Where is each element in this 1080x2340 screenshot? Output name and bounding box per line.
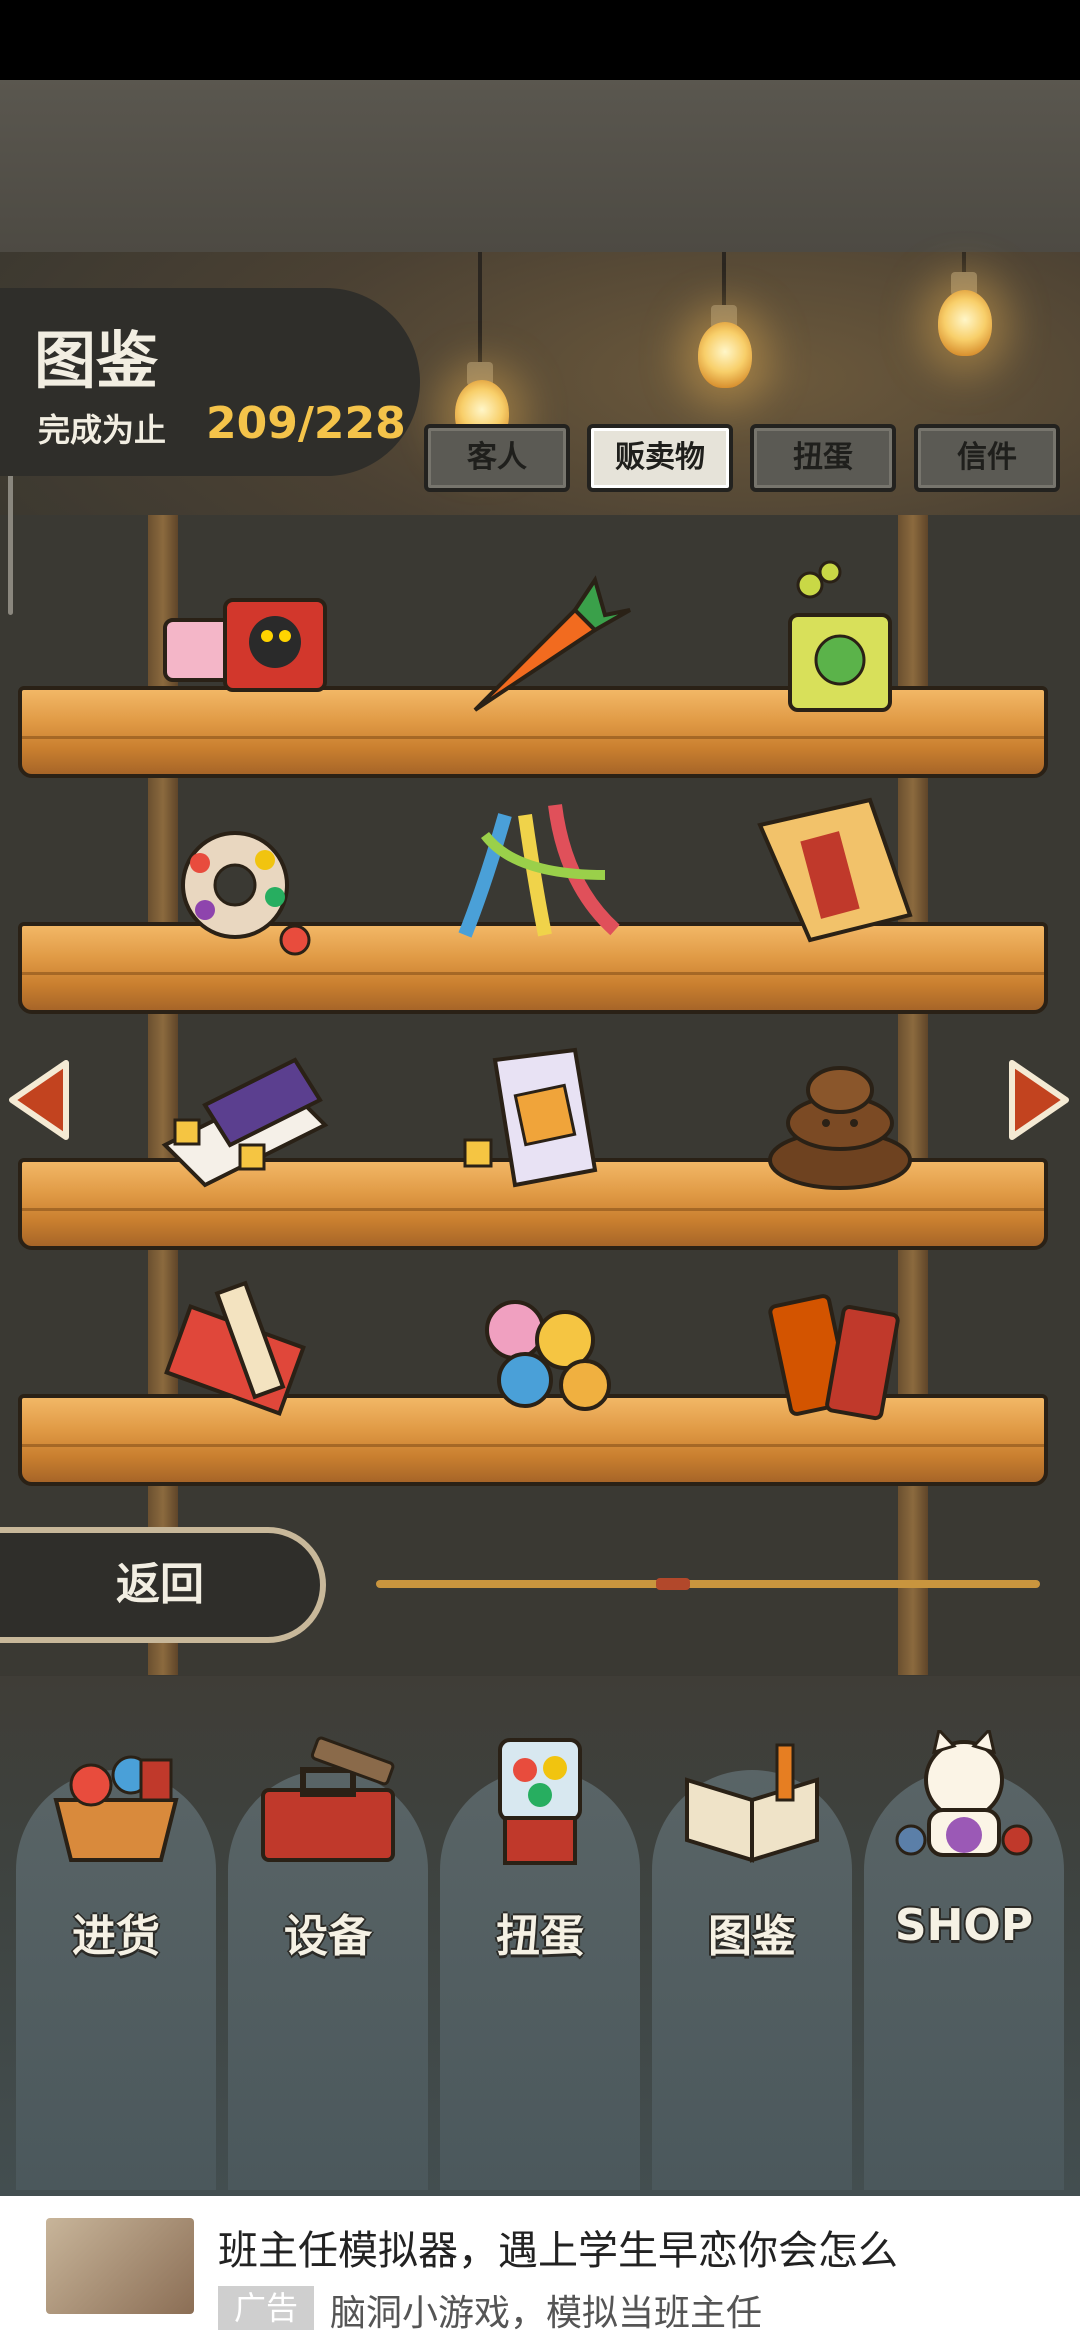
page-indicator-track: [376, 1580, 1040, 1588]
nav-stock-button[interactable]: 进货: [16, 1730, 216, 1980]
bulb-wire: [478, 252, 482, 370]
ad-title[interactable]: 班主任模拟器，遇上学生早恋你会怎么: [218, 2218, 898, 2276]
ad-banner[interactable]: 班主任模拟器，遇上学生早恋你会怎么 广告 脑洞小游戏，模拟当班主任: [0, 2196, 1080, 2340]
progress-label: 完成为止: [38, 411, 167, 449]
lucky-cat-icon: [889, 1726, 1039, 1870]
bulb-wire: [722, 252, 726, 312]
nav-collection-button[interactable]: 图鉴: [652, 1730, 852, 1980]
tab-letters[interactable]: 信件: [914, 424, 1060, 492]
light-bulb-icon: [698, 322, 752, 388]
nav-label: 图鉴: [708, 1911, 796, 1962]
next-page-arrow-icon[interactable]: [1004, 1055, 1074, 1145]
toolbox-icon: [253, 1730, 403, 1870]
scroll-indicator[interactable]: [8, 465, 13, 615]
wafer-sticks-icon[interactable]: [145, 1275, 335, 1425]
nav-gacha-button[interactable]: 扭蛋: [440, 1730, 640, 1980]
status-bar: [0, 0, 1080, 80]
tab-merchandise[interactable]: 贩卖物: [587, 424, 733, 492]
ramune-box-icon[interactable]: [145, 1045, 335, 1195]
back-button[interactable]: 返回: [0, 1527, 326, 1643]
page-indicator-thumb: [656, 1578, 690, 1590]
tab-customers[interactable]: 客人: [424, 424, 570, 492]
book-icon: [677, 1730, 827, 1870]
nav-shop-button[interactable]: SHOP: [864, 1726, 1064, 1980]
ad-thumbnail[interactable]: [46, 2218, 194, 2314]
prev-page-arrow-icon[interactable]: [4, 1055, 74, 1145]
nav-label: SHOP: [894, 1900, 1034, 1951]
basket-icon: [41, 1730, 191, 1870]
candy-box-icon[interactable]: [145, 570, 335, 720]
light-bulb-icon: [938, 290, 992, 356]
frog-chips-bag-icon[interactable]: [740, 560, 930, 712]
snack-pack-icon[interactable]: [740, 795, 930, 945]
page-title: 图鉴: [34, 324, 159, 397]
carrot-snack-icon[interactable]: [445, 570, 635, 720]
chocolate-poop-icon[interactable]: [740, 1045, 930, 1195]
wrapped-candies-icon[interactable]: [445, 1270, 635, 1420]
progress-value: 209/228: [206, 398, 406, 449]
top-banner: [0, 80, 1080, 252]
tab-gacha[interactable]: 扭蛋: [750, 424, 896, 492]
candy-ring-icon[interactable]: [145, 805, 335, 956]
jelly-pouch-icon[interactable]: [740, 1270, 930, 1421]
nav-label: 设备: [284, 1911, 372, 1962]
nav-label: 进货: [72, 1911, 160, 1962]
gacha-machine-icon: [465, 1730, 615, 1870]
ad-description[interactable]: 脑洞小游戏，模拟当班主任: [330, 2284, 762, 2336]
gummy-strings-icon[interactable]: [445, 795, 635, 945]
nav-label: 扭蛋: [496, 1911, 584, 1962]
ad-badge: 广告: [218, 2286, 314, 2330]
nav-equipment-button[interactable]: 设备: [228, 1730, 428, 1980]
candy-bag-icon[interactable]: [445, 1040, 635, 1190]
